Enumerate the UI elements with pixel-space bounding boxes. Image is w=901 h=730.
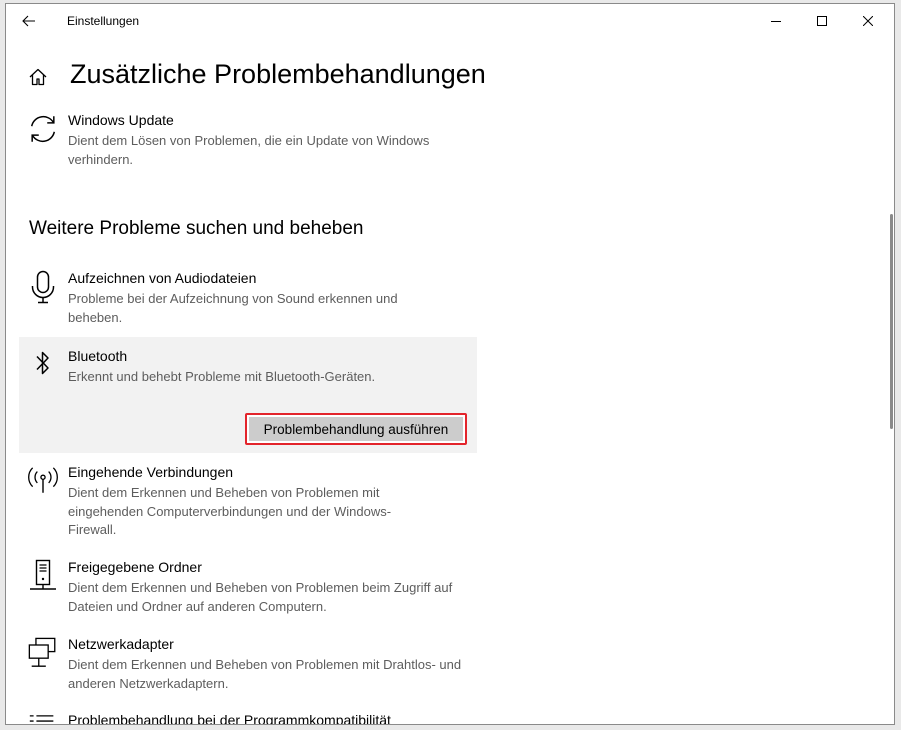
- item-name: Bluetooth: [68, 348, 128, 364]
- troubleshooter-program-compatibility[interactable]: Problembehandlung bei der Programmkompat…: [19, 712, 477, 725]
- minimize-icon: [771, 21, 781, 22]
- item-name: Problembehandlung bei der Programmkompat…: [68, 712, 391, 725]
- item-description: Dient dem Erkennen und Beheben von Probl…: [68, 580, 453, 614]
- network-adapter-icon: [27, 636, 59, 668]
- troubleshooter-audio-recording[interactable]: Aufzeichnen von Audiodateien Probleme be…: [19, 270, 477, 330]
- minimize-button[interactable]: [753, 4, 799, 38]
- troubleshooter-windows-update[interactable]: Windows Update Dient dem Lösen von Probl…: [19, 112, 477, 172]
- refresh-icon: [27, 112, 59, 144]
- troubleshooter-incoming-connections[interactable]: Eingehende Verbindungen Dient dem Erkenn…: [19, 464, 477, 544]
- vertical-scrollbar[interactable]: [890, 214, 893, 429]
- item-name: Netzwerkadapter: [68, 636, 174, 652]
- settings-window: Einstellungen Zusätzliche Problembehandl…: [5, 3, 895, 725]
- title-bar: Einstellungen: [6, 4, 894, 38]
- back-button[interactable]: [16, 9, 42, 33]
- item-name: Aufzeichnen von Audiodateien: [68, 270, 257, 286]
- run-troubleshooter-label: Problembehandlung ausführen: [249, 417, 463, 441]
- item-description: Dient dem Lösen von Problemen, die ein U…: [68, 133, 430, 167]
- item-name: Eingehende Verbindungen: [68, 464, 234, 480]
- list-icon: [27, 712, 59, 724]
- bluetooth-icon: [27, 348, 59, 380]
- close-icon: [863, 16, 873, 26]
- microphone-icon: [27, 270, 59, 304]
- antenna-icon: [27, 464, 59, 496]
- item-name: Windows Update: [68, 112, 174, 128]
- page-title: Zusätzliche Problembehandlungen: [70, 59, 486, 89]
- back-arrow-icon: [22, 15, 35, 27]
- troubleshooter-shared-folders[interactable]: Freigegebene Ordner Dient dem Erkennen u…: [19, 559, 477, 619]
- run-troubleshooter-button[interactable]: Problembehandlung ausführen: [245, 413, 467, 445]
- item-description: Probleme bei der Aufzeichnung von Sound …: [68, 291, 398, 325]
- troubleshooter-network-adapter[interactable]: Netzwerkadapter Dient dem Erkennen und B…: [19, 636, 477, 696]
- window-title: Einstellungen: [67, 14, 140, 28]
- item-description: Dient dem Erkennen und Beheben von Probl…: [68, 657, 462, 691]
- server-icon: [27, 559, 59, 591]
- troubleshooter-bluetooth[interactable]: Bluetooth Erkennt und behebt Probleme mi…: [19, 348, 477, 388]
- close-button[interactable]: [845, 4, 891, 38]
- item-description: Dient dem Erkennen und Beheben von Probl…: [68, 485, 392, 537]
- item-description: Erkennt und behebt Probleme mit Bluetoot…: [68, 369, 376, 384]
- maximize-button[interactable]: [799, 4, 845, 38]
- section-title: Weitere Probleme suchen und beheben: [29, 218, 364, 239]
- home-icon: [29, 68, 47, 86]
- maximize-icon: [817, 16, 827, 26]
- item-name: Freigegebene Ordner: [68, 559, 202, 575]
- home-button[interactable]: [28, 67, 50, 89]
